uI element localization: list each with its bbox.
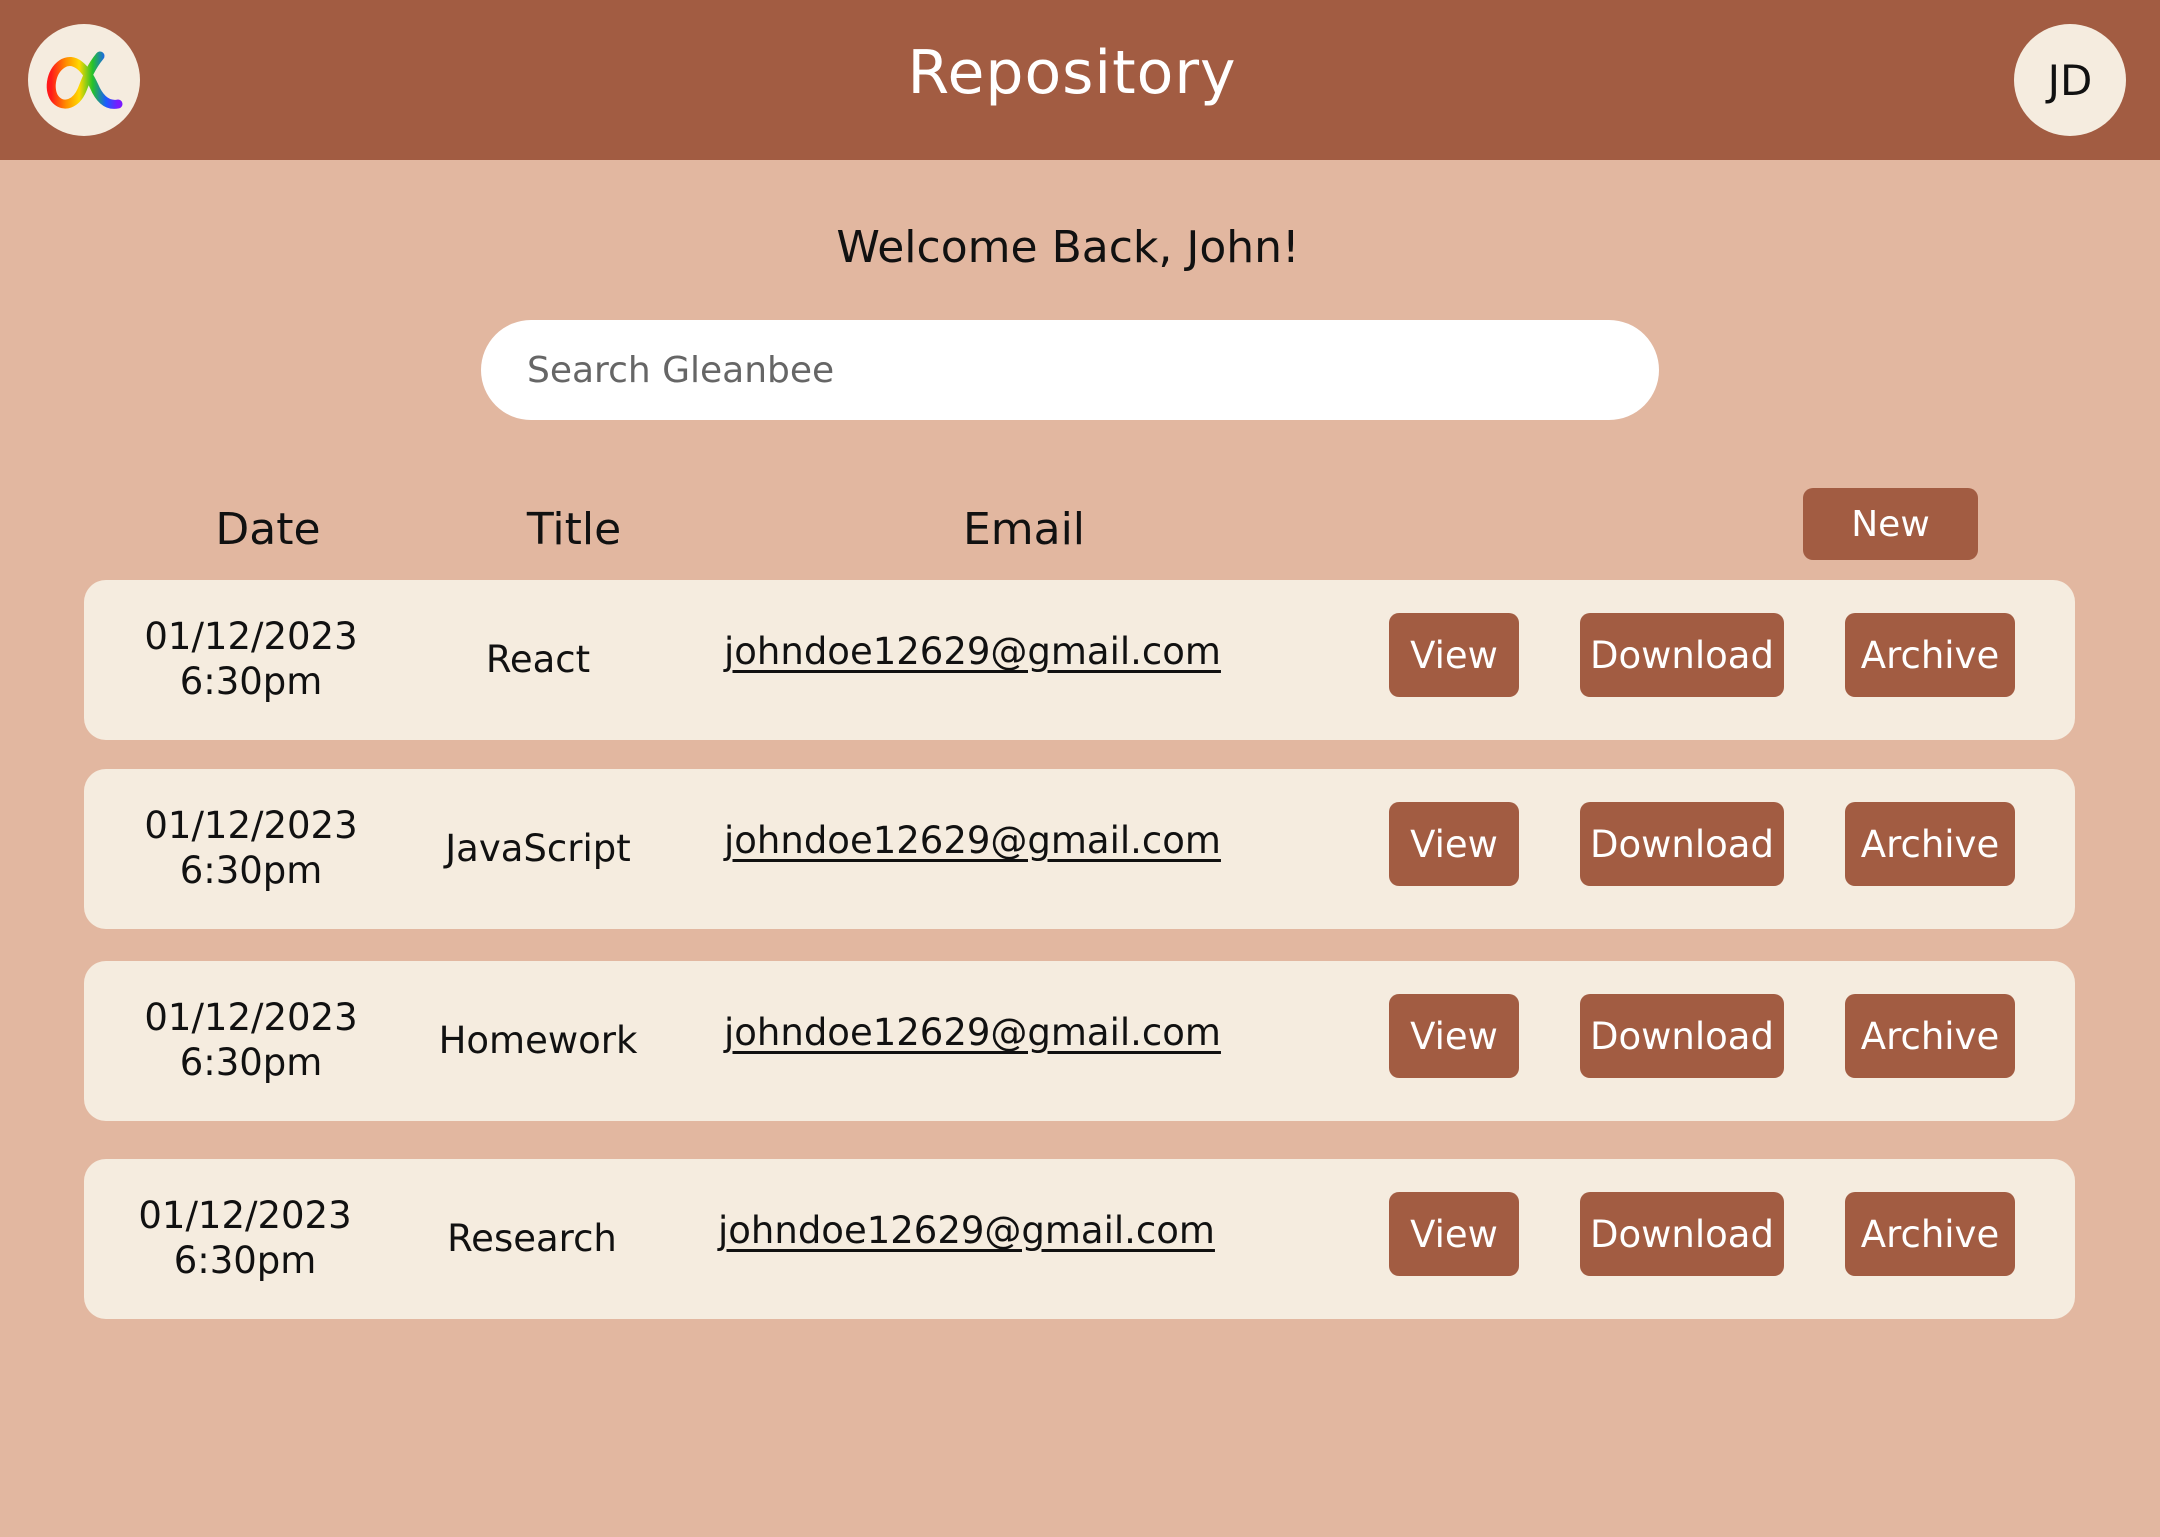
row-date-time: 6:30pm — [179, 849, 323, 892]
archive-button[interactable]: Archive — [1845, 994, 2015, 1078]
row-email-link[interactable]: johndoe12629@gmail.com — [724, 819, 1221, 862]
download-button[interactable]: Download — [1580, 802, 1784, 886]
row-date: 01/12/2023 6:30pm — [138, 1193, 352, 1283]
row-date-day: 01/12/2023 — [138, 1194, 352, 1237]
row-email-link[interactable]: johndoe12629@gmail.com — [718, 1209, 1215, 1252]
welcome-message: Welcome Back, John! — [836, 222, 1300, 273]
download-button[interactable]: Download — [1580, 994, 1784, 1078]
row-title: Research — [447, 1217, 617, 1260]
top-bar: Repository JD — [0, 0, 2160, 160]
column-header-title: Title — [526, 504, 622, 555]
user-avatar[interactable]: JD — [2014, 24, 2126, 136]
view-button[interactable]: View — [1389, 802, 1519, 886]
app-title: Repository — [907, 38, 1237, 108]
view-button[interactable]: View — [1389, 1192, 1519, 1276]
search-bar[interactable] — [481, 320, 1659, 420]
table-row: 01/12/2023 6:30pm JavaScript johndoe1262… — [84, 769, 2075, 929]
download-button[interactable]: Download — [1580, 613, 1784, 697]
row-date-day: 01/12/2023 — [144, 996, 358, 1039]
row-date: 01/12/2023 6:30pm — [144, 803, 358, 893]
row-date-day: 01/12/2023 — [144, 804, 358, 847]
row-email-link[interactable]: johndoe12629@gmail.com — [724, 1011, 1221, 1054]
table-row: 01/12/2023 6:30pm Homework johndoe12629@… — [84, 961, 2075, 1121]
archive-button[interactable]: Archive — [1845, 1192, 2015, 1276]
archive-button[interactable]: Archive — [1845, 802, 2015, 886]
row-date: 01/12/2023 6:30pm — [144, 995, 358, 1085]
table-row: 01/12/2023 6:30pm Research johndoe12629@… — [84, 1159, 2075, 1319]
row-date-day: 01/12/2023 — [144, 615, 358, 658]
archive-button[interactable]: Archive — [1845, 613, 2015, 697]
row-email-link[interactable]: johndoe12629@gmail.com — [724, 630, 1221, 673]
search-input[interactable] — [527, 349, 1607, 391]
table-row: 01/12/2023 6:30pm React johndoe12629@gma… — [84, 580, 2075, 740]
row-date-time: 6:30pm — [179, 660, 323, 703]
new-button[interactable]: New — [1803, 488, 1978, 560]
row-title: React — [485, 638, 591, 681]
row-date-time: 6:30pm — [173, 1239, 317, 1282]
view-button[interactable]: View — [1389, 994, 1519, 1078]
app-frame: Repository JD Welcome Back, John! Date T… — [0, 0, 2160, 1537]
row-date-time: 6:30pm — [179, 1041, 323, 1084]
column-header-email: Email — [962, 504, 1086, 555]
row-title: JavaScript — [445, 827, 631, 870]
view-button[interactable]: View — [1389, 613, 1519, 697]
column-header-date: Date — [215, 504, 321, 555]
row-title: Homework — [438, 1019, 638, 1062]
row-date: 01/12/2023 6:30pm — [144, 614, 358, 704]
download-button[interactable]: Download — [1580, 1192, 1784, 1276]
